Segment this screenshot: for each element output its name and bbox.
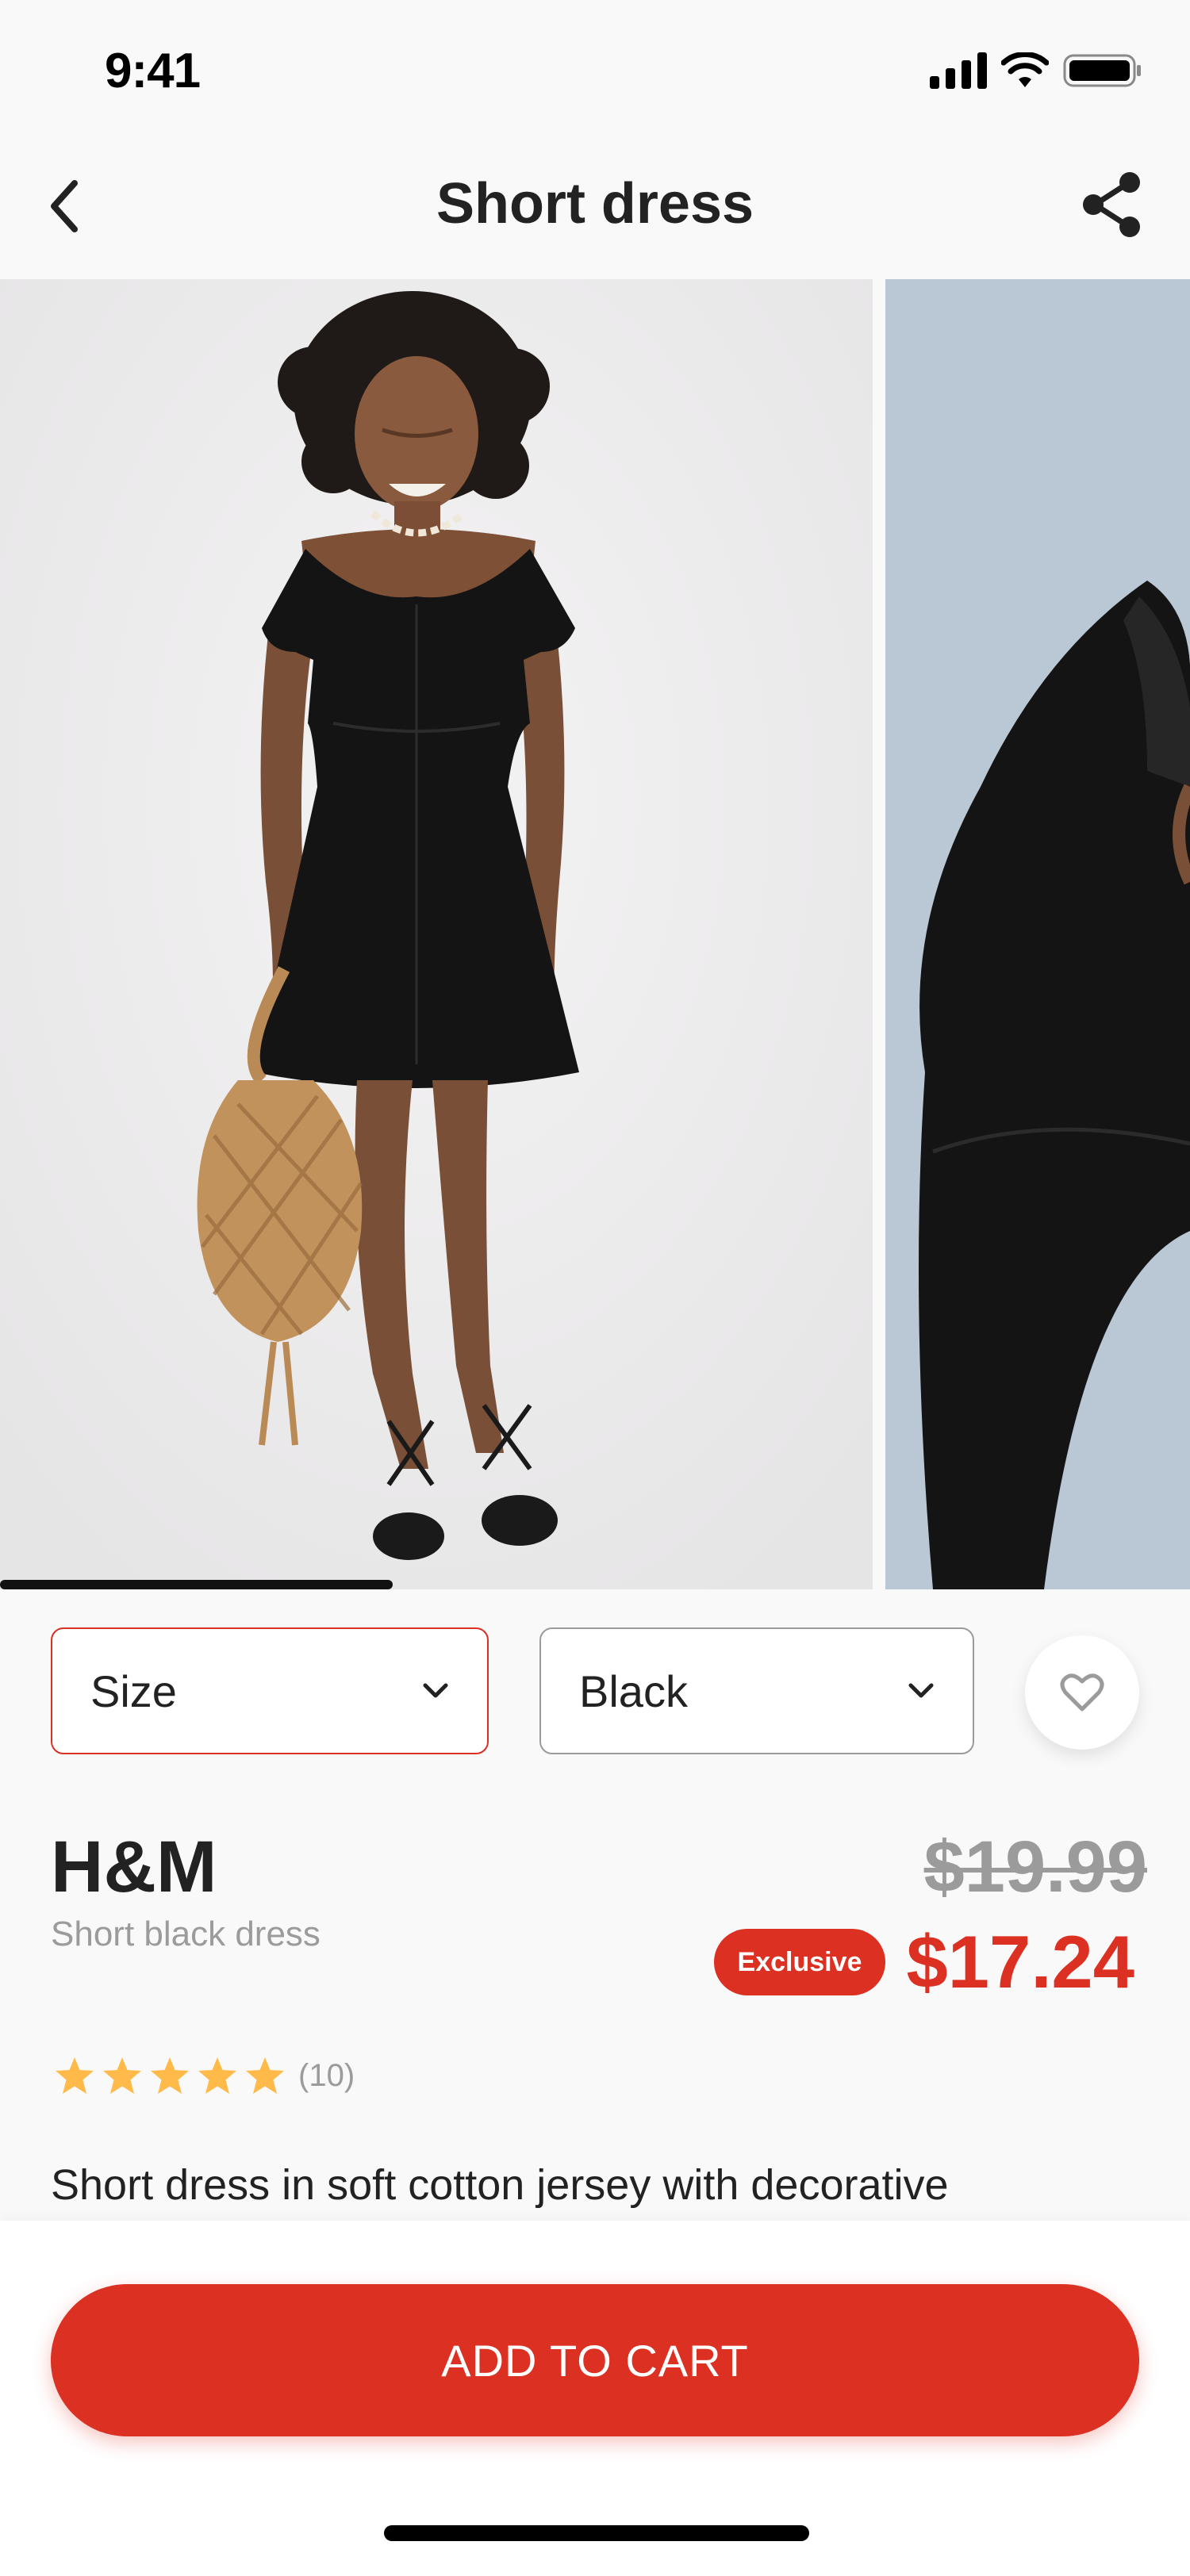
- size-dropdown-label: Size: [90, 1666, 177, 1716]
- product-subtitle: Short black dress: [51, 1915, 321, 1953]
- star-icon: [198, 2057, 236, 2094]
- brand-name: H&M: [51, 1827, 217, 1907]
- share-icon: [1083, 172, 1140, 237]
- color-dropdown-label: Black: [579, 1666, 688, 1716]
- heart-icon: [1060, 1673, 1104, 1712]
- cellular-signal-icon: [930, 52, 987, 89]
- add-to-cart-button[interactable]: ADD TO CART: [51, 2284, 1139, 2436]
- gallery-progress-indicator: [0, 1580, 393, 1589]
- star-icon: [246, 2057, 284, 2094]
- chevron-down-icon: [423, 1683, 448, 1698]
- dress-detail-illustration: [885, 279, 1190, 1589]
- product-photo-detail[interactable]: [885, 279, 1190, 1589]
- rating[interactable]: (10): [54, 2056, 355, 2095]
- rating-count: (10): [298, 2057, 355, 2093]
- old-price: $19.99: [923, 1827, 1147, 1907]
- product-photo-model[interactable]: [0, 279, 873, 1589]
- wifi-icon: [1001, 52, 1049, 87]
- model-illustration: [0, 279, 873, 1589]
- star-icon: [103, 2057, 141, 2094]
- share-button[interactable]: [1074, 165, 1150, 244]
- rating-stars: [54, 2056, 286, 2095]
- exclusive-badge: Exclusive: [714, 1929, 885, 1995]
- star-icon: [56, 2057, 94, 2094]
- battery-icon: [1063, 54, 1141, 87]
- product-detail-screen: 9:41 Short dress Size Black H&M Short bl…: [0, 0, 1190, 2576]
- home-indicator: [384, 2525, 809, 2541]
- size-dropdown[interactable]: Size: [51, 1627, 489, 1754]
- product-gallery[interactable]: [0, 279, 1190, 1589]
- star-icon: [151, 2057, 189, 2094]
- favorite-button[interactable]: [1025, 1635, 1139, 1750]
- color-dropdown[interactable]: Black: [539, 1627, 974, 1754]
- status-time: 9:41: [105, 44, 201, 98]
- sale-price: $17.24: [906, 1920, 1134, 2003]
- status-icons: [930, 52, 1142, 89]
- page-title: Short dress: [436, 172, 754, 236]
- product-description: Short dress in soft cotton jersey with d…: [51, 2161, 949, 2209]
- chevron-down-icon: [908, 1683, 934, 1698]
